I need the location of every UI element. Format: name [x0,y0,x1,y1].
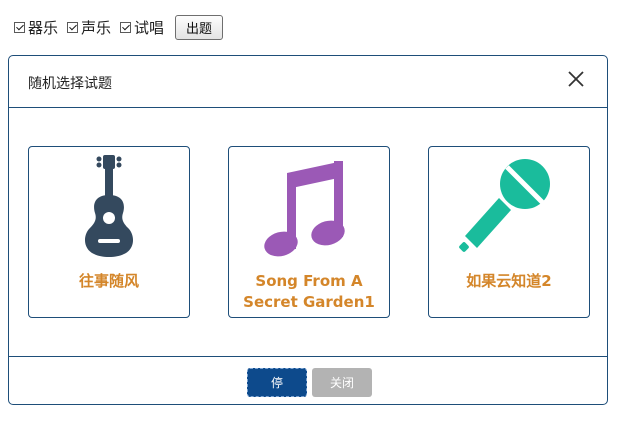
checkbox-box[interactable] [120,21,132,33]
checkbox-box[interactable] [14,21,25,33]
card-label: 往事随风 [78,272,139,290]
dialog-title: 随机选择试题 [28,76,112,92]
question-card-sight-singing[interactable]: 如果云知道2 [428,146,590,318]
question-card-instrumental[interactable]: 往事随风 [28,146,190,318]
generate-question-button[interactable]: 出题 [175,14,224,40]
checkbox-label: 器乐 [28,18,59,37]
dialog-header: 随机选择试题 [9,56,607,108]
icon-container [229,153,389,261]
checkbox-label: 试唱 [134,18,165,37]
checkbox-vocal[interactable]: 声乐 [67,17,111,38]
icon-container [429,153,589,261]
guitar-icon [84,155,134,257]
checkbox-box[interactable] [67,21,79,33]
dialog-footer: 停 关闭 [9,357,607,407]
checkbox-sight-singing[interactable]: 试唱 [120,17,164,38]
random-question-dialog: 随机选择试题 往事随风 Song From A Secret Garden1 如… [8,55,608,405]
dialog-body: 往事随风 Song From A Secret Garden1 如果云知道2 [9,108,607,357]
question-card-vocal[interactable]: Song From A Secret Garden1 [228,146,390,318]
icon-container [29,153,189,261]
checkbox-label: 声乐 [81,18,112,37]
close-button[interactable]: 关闭 [312,368,372,397]
stop-button[interactable]: 停 [247,368,307,397]
close-icon[interactable] [567,70,585,88]
music-note-icon [264,161,345,257]
card-label: 如果云知道2 [466,272,552,290]
card-label: Song From A Secret Garden1 [243,272,375,311]
checkbox-instrumental[interactable]: 器乐 [14,17,58,38]
toolbar: 器乐 声乐 试唱 出题 [14,14,224,40]
microphone-icon [459,159,550,252]
